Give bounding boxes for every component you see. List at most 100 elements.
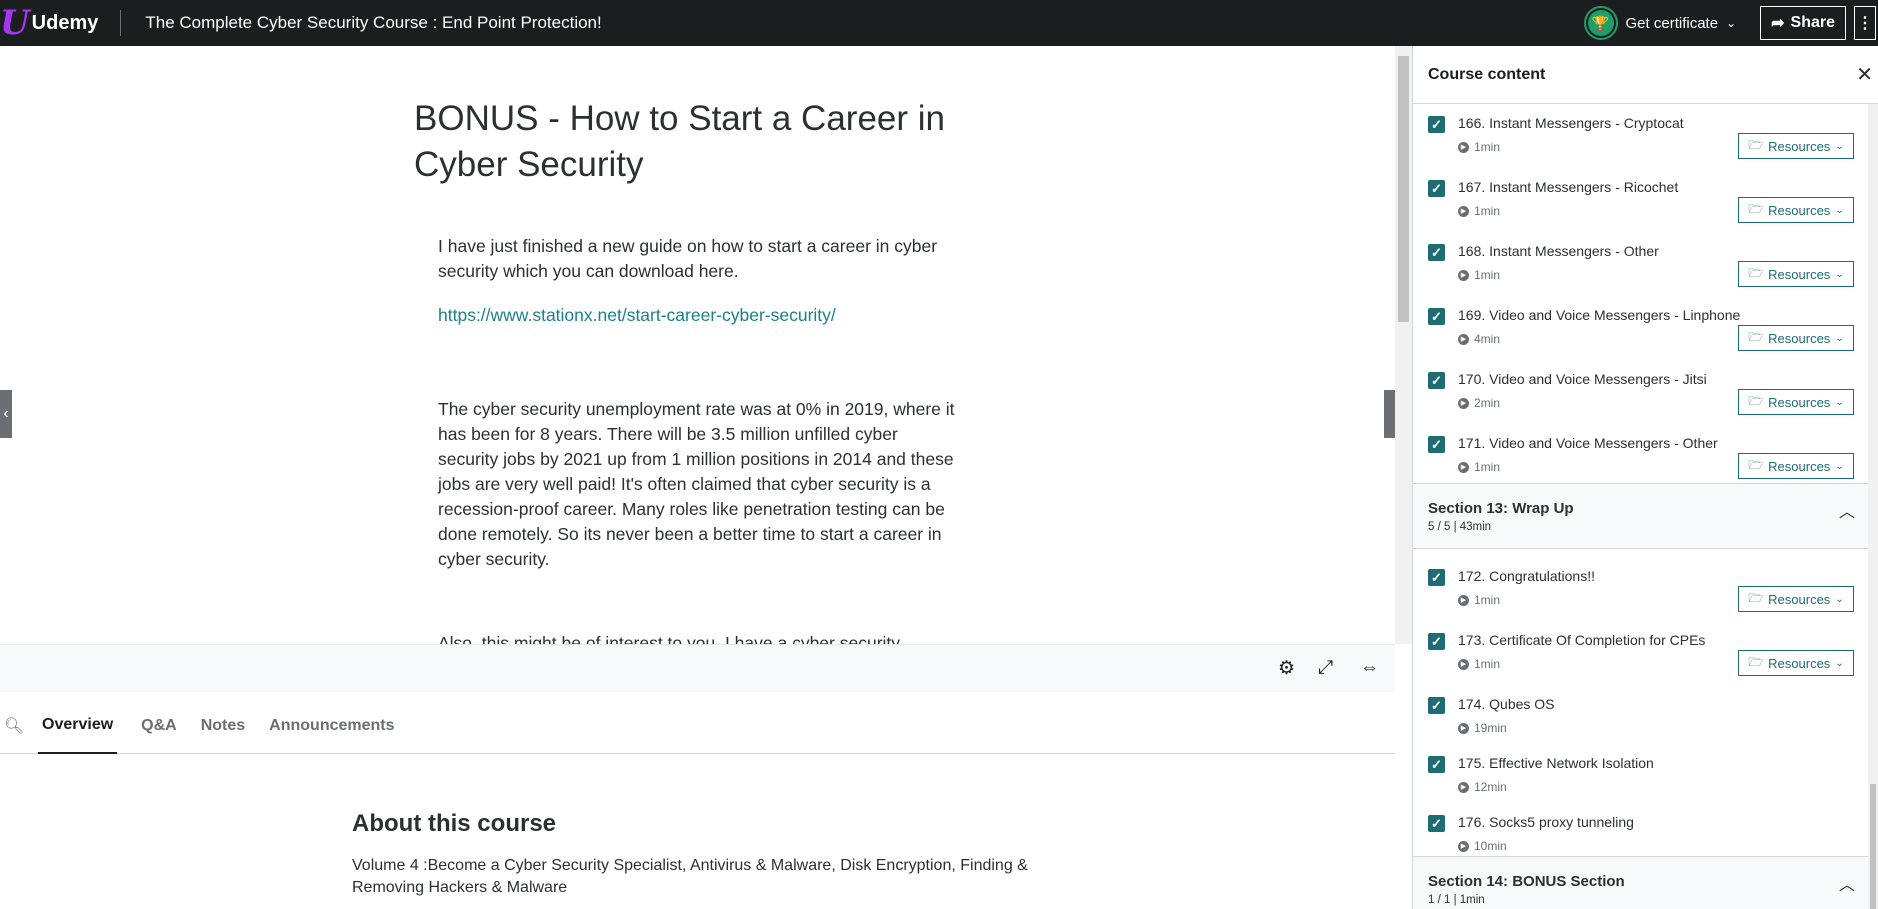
- play-circle-icon: ▶: [1458, 333, 1469, 345]
- top-header: U Udemy The Complete Cyber Security Cour…: [0, 0, 1878, 46]
- folder-icon: 🗁: [1748, 654, 1764, 669]
- about-course-description: Volume 4 :Become a Cyber Security Specia…: [352, 857, 1028, 896]
- completed-checkbox[interactable]: ✓: [1428, 633, 1445, 650]
- folder-icon: 🗁: [1748, 265, 1764, 280]
- tab-announcements[interactable]: Announcements: [269, 698, 394, 754]
- completed-checkbox[interactable]: ✓: [1428, 697, 1445, 714]
- lecture-scrollbar[interactable]: [1395, 46, 1412, 644]
- resources-button[interactable]: 🗁 Resources ⌄: [1738, 133, 1854, 159]
- lecture-item-label: 170. Video and Voice Messengers - Jitsi: [1458, 371, 1707, 387]
- lecture-duration: ▶ 19min: [1458, 721, 1507, 735]
- lecture-item-label: 171. Video and Voice Messengers - Other: [1458, 435, 1718, 451]
- play-circle-icon: ▶: [1458, 722, 1469, 734]
- lecture-intro-text: I have just finished a new guide on how …: [438, 236, 938, 281]
- resources-button[interactable]: 🗁 Resources ⌄: [1738, 261, 1854, 287]
- header-divider: [120, 10, 122, 36]
- scrollbar-thumb[interactable]: [1870, 784, 1876, 909]
- chevron-down-icon: ⌄: [1835, 204, 1844, 216]
- progress-trophy-icon[interactable]: 🏆: [1583, 6, 1618, 40]
- tab-overview[interactable]: Overview: [38, 698, 118, 754]
- lecture-item-label: 166. Instant Messengers - Cryptocat: [1458, 115, 1684, 131]
- resources-button[interactable]: 🗁 Resources ⌄: [1738, 197, 1854, 223]
- play-circle-icon: ▶: [1458, 840, 1469, 852]
- resources-button[interactable]: 🗁 Resources ⌄: [1738, 325, 1854, 351]
- sidebar-title: Course content: [1428, 65, 1546, 83]
- lecture-duration: ▶ 1min: [1458, 460, 1500, 474]
- viewer-toolbar: ⚙ ⤢ ⇔: [0, 644, 1395, 692]
- scrollbar-thumb[interactable]: [1398, 56, 1409, 322]
- previous-lecture-button[interactable]: ‹: [0, 390, 12, 438]
- chevron-down-icon: ⌄: [1835, 396, 1844, 408]
- tab-qa[interactable]: Q&A: [141, 698, 177, 754]
- close-icon[interactable]: ✕: [1856, 62, 1873, 87]
- lecture-item-label: 167. Instant Messengers - Ricochet: [1458, 179, 1679, 195]
- folder-icon: 🗁: [1748, 457, 1764, 472]
- chevron-down-icon: ⌄: [1835, 140, 1844, 152]
- play-circle-icon: ▶: [1458, 397, 1469, 409]
- completed-checkbox[interactable]: ✓: [1428, 815, 1445, 832]
- lecture-duration: ▶ 4min: [1458, 332, 1500, 346]
- completed-checkbox[interactable]: ✓: [1428, 756, 1445, 773]
- search-icon[interactable]: 🔍︎: [4, 716, 34, 736]
- udemy-logo-text: Udemy: [31, 11, 99, 34]
- share-icon: ➦: [1771, 15, 1785, 32]
- section-header-13[interactable]: Section 13: Wrap Up 5 / 5 | 43min ︿: [1413, 483, 1869, 549]
- fullscreen-icon[interactable]: ⤢: [1318, 657, 1333, 679]
- resources-button[interactable]: 🗁 Resources ⌄: [1738, 586, 1854, 612]
- completed-checkbox[interactable]: ✓: [1428, 308, 1445, 325]
- kebab-menu-icon: ⋮: [1857, 15, 1873, 32]
- resources-button[interactable]: 🗁 Resources ⌄: [1738, 650, 1854, 676]
- section-header-14[interactable]: Section 14: BONUS Section 1 / 1 | 1min ︿: [1413, 856, 1869, 909]
- completed-checkbox[interactable]: ✓: [1428, 569, 1445, 586]
- share-button[interactable]: ➦ Share: [1760, 6, 1846, 40]
- section-meta: 5 / 5 | 43min: [1428, 521, 1492, 533]
- completed-checkbox[interactable]: ✓: [1428, 436, 1445, 453]
- completed-checkbox[interactable]: ✓: [1428, 116, 1445, 133]
- play-circle-icon: ▶: [1458, 781, 1469, 793]
- resources-button[interactable]: 🗁 Resources ⌄: [1738, 453, 1854, 479]
- chevron-down-icon: ⌄: [1835, 657, 1844, 669]
- lecture-item-label: 172. Congratulations!!: [1458, 568, 1595, 584]
- completed-checkbox[interactable]: ✓: [1428, 372, 1445, 389]
- completed-checkbox[interactable]: ✓: [1428, 180, 1445, 197]
- get-certificate-label: Get certificate: [1625, 14, 1719, 32]
- lecture-item-label: 175. Effective Network Isolation: [1458, 755, 1654, 771]
- next-lecture-button[interactable]: ›: [1384, 390, 1395, 438]
- chevron-down-icon: ⌄: [1835, 460, 1844, 472]
- lecture-item-label: 168. Instant Messengers - Other: [1458, 243, 1659, 259]
- expand-view-icon[interactable]: ⇔: [1360, 657, 1379, 679]
- lecture-duration: ▶ 1min: [1458, 268, 1500, 282]
- chevron-down-icon: ⌄: [1835, 268, 1844, 280]
- resources-button[interactable]: 🗁 Resources ⌄: [1738, 389, 1854, 415]
- chevron-down-icon: ⌄: [1835, 332, 1844, 344]
- folder-icon: 🗁: [1748, 137, 1764, 152]
- folder-icon: 🗁: [1748, 590, 1764, 605]
- lecture-duration: ▶ 1min: [1458, 140, 1500, 154]
- play-circle-icon: ▶: [1458, 594, 1469, 606]
- share-label: Share: [1790, 14, 1835, 31]
- tab-notes[interactable]: Notes: [201, 698, 245, 754]
- udemy-logo[interactable]: U Udemy: [0, 0, 98, 46]
- sidebar-scrollbar[interactable]: [1868, 104, 1878, 909]
- lecture-duration: ▶ 10min: [1458, 839, 1507, 853]
- settings-gear-icon[interactable]: ⚙: [1278, 657, 1295, 680]
- lecture-body-text: The cyber security unemployment rate was…: [438, 399, 955, 569]
- chevron-down-icon: ⌄: [1835, 593, 1844, 605]
- play-circle-icon: ▶: [1458, 658, 1469, 670]
- play-circle-icon: ▶: [1458, 205, 1469, 217]
- lecture-duration: ▶ 12min: [1458, 780, 1507, 794]
- play-circle-icon: ▶: [1458, 269, 1469, 281]
- lecture-duration: ▶ 1min: [1458, 204, 1500, 218]
- lecture-viewer: BONUS - How to Start a Career in Cyber S…: [0, 46, 1395, 644]
- more-options-button[interactable]: ⋮: [1854, 6, 1876, 40]
- lecture-item-label: 176. Socks5 proxy tunneling: [1458, 814, 1634, 830]
- career-guide-link[interactable]: https://www.stationx.net/start-career-cy…: [438, 303, 958, 328]
- chevron-up-icon: ︿: [1838, 877, 1855, 894]
- folder-icon: 🗁: [1748, 393, 1764, 408]
- get-certificate-button[interactable]: Get certificate ⌄: [1626, 15, 1737, 32]
- folder-icon: 🗁: [1748, 201, 1764, 216]
- section-meta: 1 / 1 | 1min: [1428, 894, 1485, 906]
- completed-checkbox[interactable]: ✓: [1428, 244, 1445, 261]
- course-title-link[interactable]: The Complete Cyber Security Course : End…: [145, 13, 601, 33]
- lecture-item-label: 173. Certificate Of Completion for CPEs: [1458, 632, 1706, 648]
